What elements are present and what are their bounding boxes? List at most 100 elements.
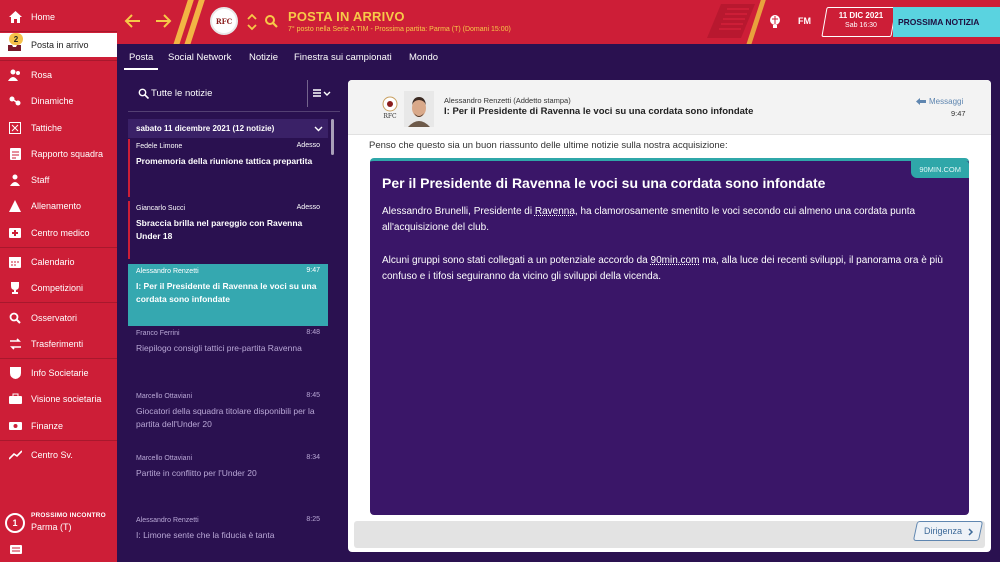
news-subject: I: Limone sente che la fiducia è tanta xyxy=(136,530,275,540)
sidebar-item-label: Tattiche xyxy=(31,123,63,133)
article-source: 90MIN.COM xyxy=(911,161,969,178)
news-sender: Giancarlo Succi xyxy=(136,205,186,212)
fm-logo[interactable]: FM xyxy=(798,16,811,26)
divider xyxy=(0,247,117,248)
divider xyxy=(0,31,117,32)
sidebar-item-scouting[interactable]: Osservatori xyxy=(0,306,117,330)
sidebar-item-label: Allenamento xyxy=(31,201,82,211)
search-icon[interactable] xyxy=(264,14,278,28)
divider xyxy=(0,302,117,303)
sidebar-item-finances[interactable]: Finanze xyxy=(0,414,117,438)
news-sender: Fedele Limone xyxy=(136,143,183,150)
current-date: 11 DIC 2021 xyxy=(838,11,884,20)
date-group-header[interactable]: sabato 11 dicembre 2021 (12 notizie) xyxy=(128,119,328,138)
sidebar-item-label: Home xyxy=(31,12,56,22)
club-logo[interactable]: RFC xyxy=(210,7,238,35)
sidebar-item-club-info[interactable]: Info Societarie xyxy=(0,361,117,385)
tab-mondo[interactable]: Mondo xyxy=(409,52,438,63)
forward-arrow-icon[interactable] xyxy=(154,12,172,30)
news-article: 90MIN.COM Per il Presidente di Ravenna l… xyxy=(370,158,969,515)
top-header: RFC POSTA IN ARRIVO 7° posto nella Serie… xyxy=(117,0,1000,44)
keyboard-icon[interactable] xyxy=(10,545,22,554)
news-item[interactable]: Fedele Limone Adesso Promemoria della ri… xyxy=(128,139,328,197)
news-filter-label: Tutte le notizie xyxy=(151,88,213,99)
news-time: 8:25 xyxy=(306,516,320,523)
news-subject: Partite in conflitto per l'Under 20 xyxy=(136,468,257,478)
sidebar-item-medical[interactable]: Centro medico xyxy=(0,221,117,245)
message-header: RFC Alessandro Renzetti (Addetto stampa)… xyxy=(348,80,991,135)
tab-social-network[interactable]: Social Network xyxy=(168,52,231,63)
news-filter[interactable]: Tutte le notizie xyxy=(128,80,306,108)
sidebar-item-dynamics[interactable]: Dinamiche xyxy=(0,89,117,113)
divider xyxy=(0,440,117,441)
transfers-icon xyxy=(8,338,22,350)
club-info-icon xyxy=(8,367,22,379)
sidebar-item-dev-centre[interactable]: Centro Sv. xyxy=(0,443,117,467)
unread-marker xyxy=(128,201,130,259)
news-item[interactable]: Giancarlo Succi Adesso Sbraccia brilla n… xyxy=(128,201,328,259)
sidebar-item-home[interactable]: Home xyxy=(0,5,117,29)
source-link[interactable]: 90min.com xyxy=(651,255,700,266)
finances-icon xyxy=(8,420,22,432)
club-vision-icon xyxy=(8,393,22,405)
sidebar-item-squad[interactable]: Rosa xyxy=(0,63,117,87)
sidebar-item-label: Calendario xyxy=(31,257,75,267)
sender-avatar[interactable] xyxy=(404,91,434,127)
sidebar-item-club-vision[interactable]: Visione societaria xyxy=(0,387,117,411)
next-news-button[interactable]: PROSSIMA NOTIZIA xyxy=(893,7,1000,37)
dirigenza-button-label[interactable]: Dirigenza xyxy=(924,526,962,536)
news-item[interactable]: Alessandro Renzetti 8:25 I: Limone sente… xyxy=(128,513,328,553)
training-icon xyxy=(8,200,22,212)
sidebar-item-label: Trasferimenti xyxy=(31,339,84,349)
news-item[interactable]: Marcello Ottaviani 8:34 Partite in confl… xyxy=(128,451,328,503)
message-sender: Alessandro Renzetti (Addetto stampa) xyxy=(444,96,571,105)
trophy-icon[interactable] xyxy=(769,14,781,28)
news-sender: Marcello Ottaviani xyxy=(136,455,193,462)
tactics-icon xyxy=(8,122,22,134)
sidebar-item-label: Visione societaria xyxy=(31,394,102,404)
calendar-icon xyxy=(8,256,22,268)
next-match-opponent: Parma (T) xyxy=(31,522,72,532)
sidebar-item-transfers[interactable]: Trasferimenti xyxy=(0,332,117,356)
message-panel: RFC Alessandro Renzetti (Addetto stampa)… xyxy=(348,80,991,552)
squad-icon xyxy=(8,69,22,81)
club-switch-icon[interactable] xyxy=(247,12,257,32)
list-options-icon[interactable] xyxy=(310,85,334,101)
club-logo-text: RFC xyxy=(215,16,233,26)
sidebar-item-calendar[interactable]: Calendario xyxy=(0,250,117,274)
sidebar-item-squad-report[interactable]: Rapporto squadra xyxy=(0,142,117,166)
sidebar-item-training[interactable]: Allenamento xyxy=(0,194,117,218)
message-icon xyxy=(916,98,926,105)
news-sender: Franco Ferrini xyxy=(136,330,180,337)
news-time: Adesso xyxy=(296,204,320,211)
sidebar-item-label: Posta in arrivo xyxy=(31,40,89,50)
message-type-label: Messaggi xyxy=(929,97,964,106)
news-subject: I: Per il Presidente di Ravenna le voci … xyxy=(136,281,317,304)
sidebar-item-competitions[interactable]: Competizioni xyxy=(0,276,117,300)
message-footer xyxy=(354,521,985,548)
tab-notizie[interactable]: Notizie xyxy=(249,52,278,63)
back-arrow-icon[interactable] xyxy=(124,12,142,30)
unread-marker xyxy=(128,139,130,197)
sidebar-item-tactics[interactable]: Tattiche xyxy=(0,116,117,140)
tab-finestra-campionati[interactable]: Finestra sui campionati xyxy=(294,52,392,63)
news-item[interactable]: Franco Ferrini 8:48 Riepilogo consigli t… xyxy=(128,326,328,388)
message-subject: I: Per il Presidente di Ravenna le voci … xyxy=(444,106,754,117)
news-sender: Alessandro Renzetti xyxy=(136,517,199,524)
news-item[interactable]: Marcello Ottaviani 8:45 Giocatori della … xyxy=(128,389,328,451)
article-text: Alcuni gruppi sono stati collegati a un … xyxy=(382,255,651,266)
club-link[interactable]: Ravenna xyxy=(535,206,575,217)
tab-posta[interactable]: Posta xyxy=(129,52,153,63)
sidebar-item-label: Dinamiche xyxy=(31,96,74,106)
news-subject: Promemoria della riunione tattica prepar… xyxy=(136,156,313,166)
article-text: Alessandro Brunelli, Presidente di xyxy=(382,206,535,217)
news-time: 9:47 xyxy=(306,267,320,274)
news-subject: Riepilogo consigli tattici pre-partita R… xyxy=(136,343,302,353)
unread-badge: 2 xyxy=(9,33,23,45)
news-item-selected[interactable]: Alessandro Renzetti 9:47 I: Per il Presi… xyxy=(128,264,328,326)
next-match[interactable]: 1 PROSSIMO INCONTRO Parma (T) xyxy=(0,506,117,544)
news-time: Adesso xyxy=(296,142,320,149)
sidebar-item-label: Centro medico xyxy=(31,228,90,238)
sidebar-item-staff[interactable]: Staff xyxy=(0,168,117,192)
scrollbar[interactable] xyxy=(331,119,334,155)
